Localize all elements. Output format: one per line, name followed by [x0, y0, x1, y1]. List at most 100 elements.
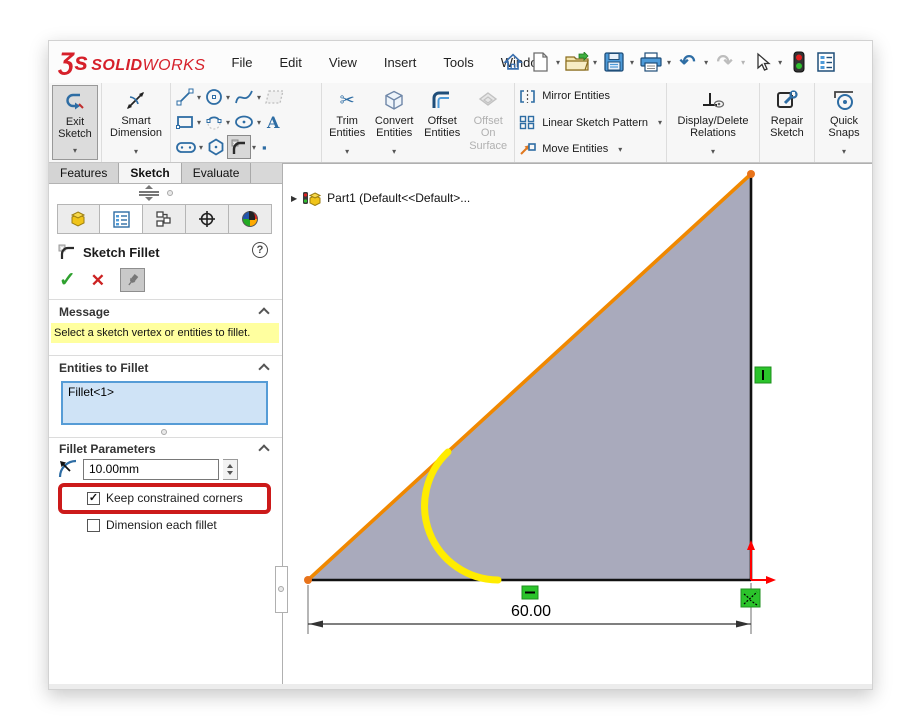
fixed-constraint-icon[interactable] — [741, 589, 760, 607]
vertex-bottom-left[interactable] — [304, 576, 312, 584]
dimxpert-manager-tab[interactable] — [186, 204, 229, 234]
exit-sketch-dropdown-arrow[interactable]: ▾ — [73, 147, 77, 157]
line-tool-button[interactable] — [174, 87, 196, 107]
quick-snaps-button[interactable]: Quick Snaps ▾ — [818, 85, 870, 160]
tab-evaluate[interactable]: Evaluate — [182, 163, 252, 183]
listbox-resize-handle[interactable] — [161, 429, 167, 435]
parameters-collapse-chevron-icon[interactable] — [260, 444, 268, 452]
select-dropdown-arrow[interactable]: ▾ — [778, 58, 782, 67]
polygon-tool-button[interactable] — [205, 137, 227, 157]
display-relations-dropdown-arrow[interactable]: ▾ — [711, 148, 715, 158]
panel-actions-row: ✓ ✕ — [59, 268, 145, 292]
rectangle-tool-button[interactable] — [174, 112, 196, 132]
undo-dropdown-arrow[interactable]: ▾ — [704, 58, 708, 67]
redo-button[interactable]: ↷ — [711, 49, 738, 76]
quick-snaps-dropdown-arrow[interactable]: ▾ — [842, 148, 846, 158]
redo-dropdown-arrow[interactable]: ▾ — [741, 58, 745, 67]
dimension-each-fillet-checkbox[interactable] — [87, 519, 100, 532]
tab-features[interactable]: Features — [49, 163, 119, 183]
spline-tool-button[interactable] — [232, 87, 256, 107]
ellipse-dropdown-arrow[interactable]: ▾ — [257, 118, 261, 127]
move-entities-button[interactable]: Move Entities ▾ — [519, 140, 662, 158]
slot-tool-button[interactable] — [174, 138, 198, 156]
menu-tools[interactable]: Tools — [443, 55, 473, 70]
circle-tool-button[interactable] — [203, 87, 225, 107]
smart-dimension-button[interactable]: Smart Dimension ▾ — [105, 85, 167, 160]
smart-dimension-dropdown-arrow[interactable]: ▾ — [134, 148, 138, 158]
radius-spinner[interactable] — [223, 459, 238, 480]
vertex-top-right[interactable] — [747, 170, 755, 178]
menu-insert[interactable]: Insert — [384, 55, 417, 70]
point-tool-button[interactable]: ▪ — [258, 140, 271, 155]
convert-entities-button[interactable]: Convert Entities ▾ — [369, 85, 419, 160]
configuration-manager-tab[interactable] — [143, 204, 186, 234]
line-dropdown-arrow[interactable]: ▾ — [197, 93, 201, 102]
print-button[interactable] — [637, 49, 664, 76]
new-dropdown-arrow[interactable]: ▾ — [556, 58, 560, 67]
panel-splitter-handle[interactable] — [136, 187, 162, 199]
open-dropdown-arrow[interactable]: ▾ — [593, 58, 597, 67]
text-tool-button[interactable]: A — [263, 113, 283, 132]
print-dropdown-arrow[interactable]: ▾ — [667, 58, 671, 67]
home-button[interactable] — [499, 49, 526, 76]
linear-sketch-pattern-button[interactable]: Linear Sketch Pattern ▾ — [519, 114, 662, 132]
offset-entities-button[interactable]: Offset Entities — [419, 85, 465, 160]
rebuild-button[interactable] — [785, 49, 812, 76]
fillet-dropdown-arrow[interactable]: ▾ — [252, 143, 256, 152]
undo-button[interactable]: ↶ — [674, 49, 701, 76]
message-collapse-chevron-icon[interactable] — [260, 307, 268, 315]
save-dropdown-arrow[interactable]: ▾ — [630, 58, 634, 67]
convert-dropdown-arrow[interactable]: ▾ — [392, 148, 396, 158]
trim-entities-button[interactable]: ✂ Trim Entities ▾ — [325, 85, 369, 160]
graphics-area[interactable]: ▶ Part1 (Default<<Default>... 60.00 — [282, 163, 873, 686]
menu-edit[interactable]: Edit — [279, 55, 301, 70]
offset-on-surface-button[interactable]: Offset On Surface — [465, 85, 511, 160]
options-button[interactable] — [812, 49, 839, 76]
parameters-section-header[interactable]: Fillet Parameters — [59, 442, 156, 456]
exit-sketch-button[interactable]: Exit Sketch ▾ — [52, 85, 98, 160]
ok-button[interactable]: ✓ — [59, 270, 76, 290]
tab-sketch[interactable]: Sketch — [119, 163, 181, 183]
panel-resize-splitter[interactable] — [275, 566, 288, 613]
sketch-fillet-tool-button[interactable] — [227, 135, 251, 159]
rectangle-dropdown-arrow[interactable]: ▾ — [197, 118, 201, 127]
move-entities-dropdown-arrow[interactable]: ▾ — [618, 145, 622, 154]
selected-entity[interactable]: Fillet<1> — [68, 385, 114, 399]
spline-dropdown-arrow[interactable]: ▾ — [257, 93, 261, 102]
undo-icon: ↶ — [680, 53, 696, 72]
spinner-up-icon[interactable] — [227, 464, 233, 468]
sketch-viewport[interactable]: 60.00 — [283, 164, 873, 686]
arc-tool-button[interactable] — [203, 112, 225, 132]
circle-dropdown-arrow[interactable]: ▾ — [226, 93, 230, 102]
open-button[interactable] — [563, 49, 590, 76]
spinner-down-icon[interactable] — [227, 471, 233, 475]
select-button[interactable] — [748, 49, 775, 76]
fillet-radius-input[interactable] — [83, 459, 219, 480]
keep-visible-pin-button[interactable] — [120, 268, 145, 292]
save-button[interactable] — [600, 49, 627, 76]
property-manager-tab[interactable] — [100, 204, 143, 234]
menu-view[interactable]: View — [329, 55, 357, 70]
feature-manager-tab[interactable] — [57, 204, 100, 234]
plane-tool-button[interactable] — [263, 87, 287, 107]
dimension-value[interactable]: 60.00 — [511, 603, 551, 620]
new-document-button[interactable] — [526, 49, 553, 76]
slot-dropdown-arrow[interactable]: ▾ — [199, 143, 203, 152]
display-delete-relations-button[interactable]: Display/Delete Relations ▾ — [670, 85, 756, 160]
arc-dropdown-arrow[interactable]: ▾ — [226, 118, 230, 127]
display-manager-tab[interactable] — [229, 204, 272, 234]
linear-pattern-dropdown-arrow[interactable]: ▾ — [658, 118, 662, 127]
message-section-header[interactable]: Message — [59, 305, 110, 319]
entities-section-header[interactable]: Entities to Fillet — [59, 361, 148, 375]
mirror-entities-button[interactable]: Mirror Entities — [519, 87, 662, 105]
ellipse-tool-button[interactable] — [232, 112, 256, 132]
trim-dropdown-arrow[interactable]: ▾ — [345, 148, 349, 158]
help-button[interactable]: ? — [252, 242, 268, 258]
vertical-constraint-icon[interactable] — [755, 367, 771, 383]
entities-collapse-chevron-icon[interactable] — [260, 363, 268, 371]
repair-sketch-button[interactable]: Repair Sketch — [763, 85, 811, 160]
entities-selection-list[interactable]: Fillet<1> — [61, 381, 268, 425]
horizontal-constraint-icon[interactable] — [522, 586, 538, 599]
menu-file[interactable]: File — [232, 55, 253, 70]
cancel-button[interactable]: ✕ — [91, 272, 105, 289]
